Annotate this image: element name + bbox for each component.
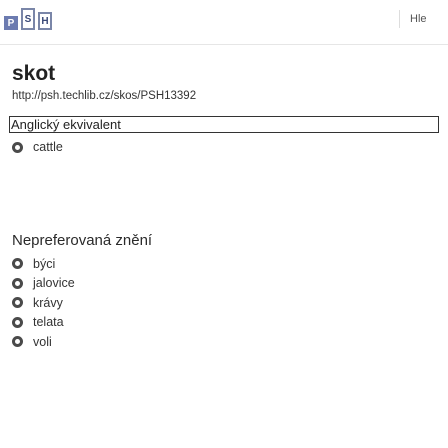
- psh-logo[interactable]: P S H: [4, 8, 55, 30]
- alternative-labels-list: býci jalovice krávy telata voli: [12, 254, 75, 352]
- list-item: krávy: [12, 293, 75, 313]
- bullet-icon: [12, 316, 23, 328]
- english-equivalent-list: cattle: [12, 138, 63, 156]
- list-item-label: krávy: [33, 295, 63, 310]
- list-item: telata: [12, 313, 75, 333]
- bullet-icon: [12, 258, 23, 270]
- page-title: skot: [12, 62, 56, 85]
- list-item: jalovice: [12, 274, 75, 294]
- term-uri[interactable]: http://psh.techlib.cz/skos/PSH13392: [12, 90, 196, 102]
- list-item-label: voli: [33, 334, 52, 349]
- logo-letter-p: P: [4, 16, 18, 30]
- list-item-label: telata: [33, 315, 64, 330]
- list-item: býci: [12, 254, 75, 274]
- bullet-icon: [12, 336, 23, 348]
- list-item-label: cattle: [33, 140, 63, 154]
- search-link[interactable]: Hle: [399, 10, 448, 28]
- bullet-icon: [12, 277, 23, 289]
- list-item-label: býci: [33, 256, 56, 271]
- list-item: cattle: [12, 138, 63, 156]
- list-item-label: jalovice: [33, 276, 75, 291]
- logo-letter-s: S: [21, 8, 35, 30]
- bullet-icon: [12, 297, 23, 309]
- list-item: voli: [12, 332, 75, 352]
- header-divider: [0, 44, 448, 45]
- alternative-labels-heading: Nepreferovaná znění: [12, 232, 153, 249]
- bullet-icon: [12, 141, 23, 153]
- logo-letter-h: H: [38, 12, 52, 30]
- english-equivalent-heading: Anglický ekvivalent: [9, 116, 439, 133]
- header: P S H Hle: [0, 0, 448, 44]
